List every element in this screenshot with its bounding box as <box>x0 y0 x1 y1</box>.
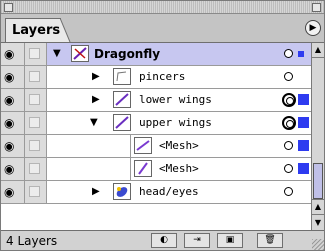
eye-icon: ◉ <box>4 93 15 107</box>
eye-icon: ◉ <box>4 139 15 153</box>
selection-indicator <box>298 51 304 57</box>
layer-row-dragonfly[interactable]: ◉ ▼ Dragonfly <box>1 43 311 66</box>
arrow-down-icon: ▼ <box>314 218 322 227</box>
layer-row-upper-wings[interactable]: ◉ ▼ upper wings <box>1 112 311 135</box>
tab-layers[interactable]: Layers <box>5 18 61 42</box>
new-layer-button[interactable]: ▣ <box>217 233 243 248</box>
target-icon[interactable] <box>284 187 293 196</box>
layer-thumbnail <box>71 45 89 62</box>
layer-row-mesh[interactable]: ◉ <Mesh> <box>1 135 311 158</box>
tab-edge <box>60 18 71 42</box>
selection-indicator <box>298 140 309 151</box>
eye-icon: ◉ <box>4 162 15 176</box>
lock-toggle[interactable] <box>25 135 47 157</box>
lock-toggle[interactable] <box>25 112 47 134</box>
visibility-toggle[interactable]: ◉ <box>1 89 25 111</box>
delete-layer-button[interactable]: 🗑 <box>257 233 283 248</box>
close-box-icon[interactable] <box>4 3 13 12</box>
lock-toggle[interactable] <box>25 66 47 88</box>
layer-name: head/eyes <box>139 185 199 198</box>
layer-row-lower-wings[interactable]: ◉ ▶ lower wings <box>1 89 311 112</box>
panel-menu-button[interactable]: ▶ <box>305 20 321 36</box>
layer-count: 4 Layers <box>6 234 58 248</box>
selection-indicator <box>298 117 309 128</box>
layer-name: upper wings <box>139 116 212 129</box>
lock-box-icon <box>29 94 40 105</box>
visibility-toggle[interactable]: ◉ <box>1 43 25 65</box>
layer-name: lower wings <box>139 93 212 106</box>
indent-guide <box>47 158 131 180</box>
status-bar: 4 Layers ◐ ⇥ ▣ 🗑 <box>1 230 324 250</box>
make-clipping-mask-button[interactable]: ◐ <box>151 233 177 248</box>
arrow-up-icon: ▲ <box>314 202 322 211</box>
layer-row-head-eyes[interactable]: ◉ ▶ head/eyes <box>1 181 311 204</box>
target-icon[interactable] <box>284 141 293 150</box>
new-sublayer-icon: ⇥ <box>193 235 201 245</box>
triangle-right-icon[interactable]: ▶ <box>92 187 100 197</box>
lock-box-icon <box>29 117 40 128</box>
scroll-up-button[interactable]: ▲ <box>312 43 324 58</box>
eye-icon: ◉ <box>4 70 15 84</box>
target-icon[interactable] <box>284 49 293 58</box>
layer-thumbnail <box>134 137 152 154</box>
title-bar[interactable] <box>1 1 324 14</box>
lock-box-icon <box>29 186 40 197</box>
selection-indicator <box>298 94 309 105</box>
make-clipping-mask-icon: ◐ <box>160 235 168 245</box>
lock-toggle[interactable] <box>25 43 47 65</box>
lock-box-icon <box>29 71 40 82</box>
triangle-right-icon: ▶ <box>309 23 317 33</box>
layer-row-mesh[interactable]: ◉ <Mesh> <box>1 158 311 181</box>
eye-icon: ◉ <box>4 47 15 61</box>
layer-name: Dragonfly <box>94 47 161 61</box>
layer-name: <Mesh> <box>159 162 199 175</box>
target-icon[interactable] <box>282 116 296 130</box>
layer-thumbnail <box>113 91 131 108</box>
visibility-toggle[interactable]: ◉ <box>1 135 25 157</box>
indent-guide <box>47 135 131 157</box>
new-layer-icon: ▣ <box>225 235 235 245</box>
eye-icon: ◉ <box>4 185 15 199</box>
triangle-right-icon[interactable]: ▶ <box>92 72 100 82</box>
eye-icon: ◉ <box>4 116 15 130</box>
layer-thumbnail <box>134 160 152 177</box>
target-icon[interactable] <box>284 72 293 81</box>
target-icon[interactable] <box>282 93 296 107</box>
new-sublayer-button[interactable]: ⇥ <box>184 233 210 248</box>
triangle-right-icon[interactable]: ▶ <box>92 95 100 105</box>
lock-toggle[interactable] <box>25 89 47 111</box>
resize-grip-icon[interactable] <box>312 239 324 250</box>
scroll-down-button[interactable]: ▼ <box>312 214 324 230</box>
selection-indicator <box>298 163 309 174</box>
lock-box-icon <box>29 48 40 59</box>
lock-toggle[interactable] <box>25 181 47 203</box>
layers-panel: Layers ▶ ◉ ▼ Dragonfly ◉ ▶ pincers ◉ ▶ l… <box>0 0 325 251</box>
visibility-toggle[interactable]: ◉ <box>1 112 25 134</box>
layer-thumbnail <box>113 183 131 200</box>
scroll-up-arrow-button[interactable]: ▲ <box>312 199 324 214</box>
lock-box-icon <box>29 163 40 174</box>
lock-box-icon <box>29 140 40 151</box>
vertical-scrollbar[interactable]: ▲ ▲ ▼ <box>311 43 324 230</box>
layer-thumbnail <box>113 114 131 131</box>
target-icon[interactable] <box>284 164 293 173</box>
visibility-toggle[interactable]: ◉ <box>1 66 25 88</box>
arrow-up-icon: ▲ <box>314 45 322 54</box>
visibility-toggle[interactable]: ◉ <box>1 181 25 203</box>
layers-list: ◉ ▼ Dragonfly ◉ ▶ pincers ◉ ▶ lower wing… <box>1 43 311 230</box>
layer-name: <Mesh> <box>159 139 199 152</box>
tab-strip: Layers ▶ <box>1 14 324 43</box>
triangle-down-icon[interactable]: ▼ <box>90 118 98 128</box>
triangle-down-icon[interactable]: ▼ <box>53 49 61 59</box>
layer-thumbnail <box>113 68 131 85</box>
visibility-toggle[interactable]: ◉ <box>1 158 25 180</box>
zoom-box-icon[interactable] <box>312 3 321 12</box>
trash-icon: 🗑 <box>264 235 276 245</box>
layer-name: pincers <box>139 70 186 83</box>
layer-row-pincers[interactable]: ◉ ▶ pincers <box>1 66 311 89</box>
lock-toggle[interactable] <box>25 158 47 180</box>
scroll-thumb[interactable] <box>313 163 323 199</box>
